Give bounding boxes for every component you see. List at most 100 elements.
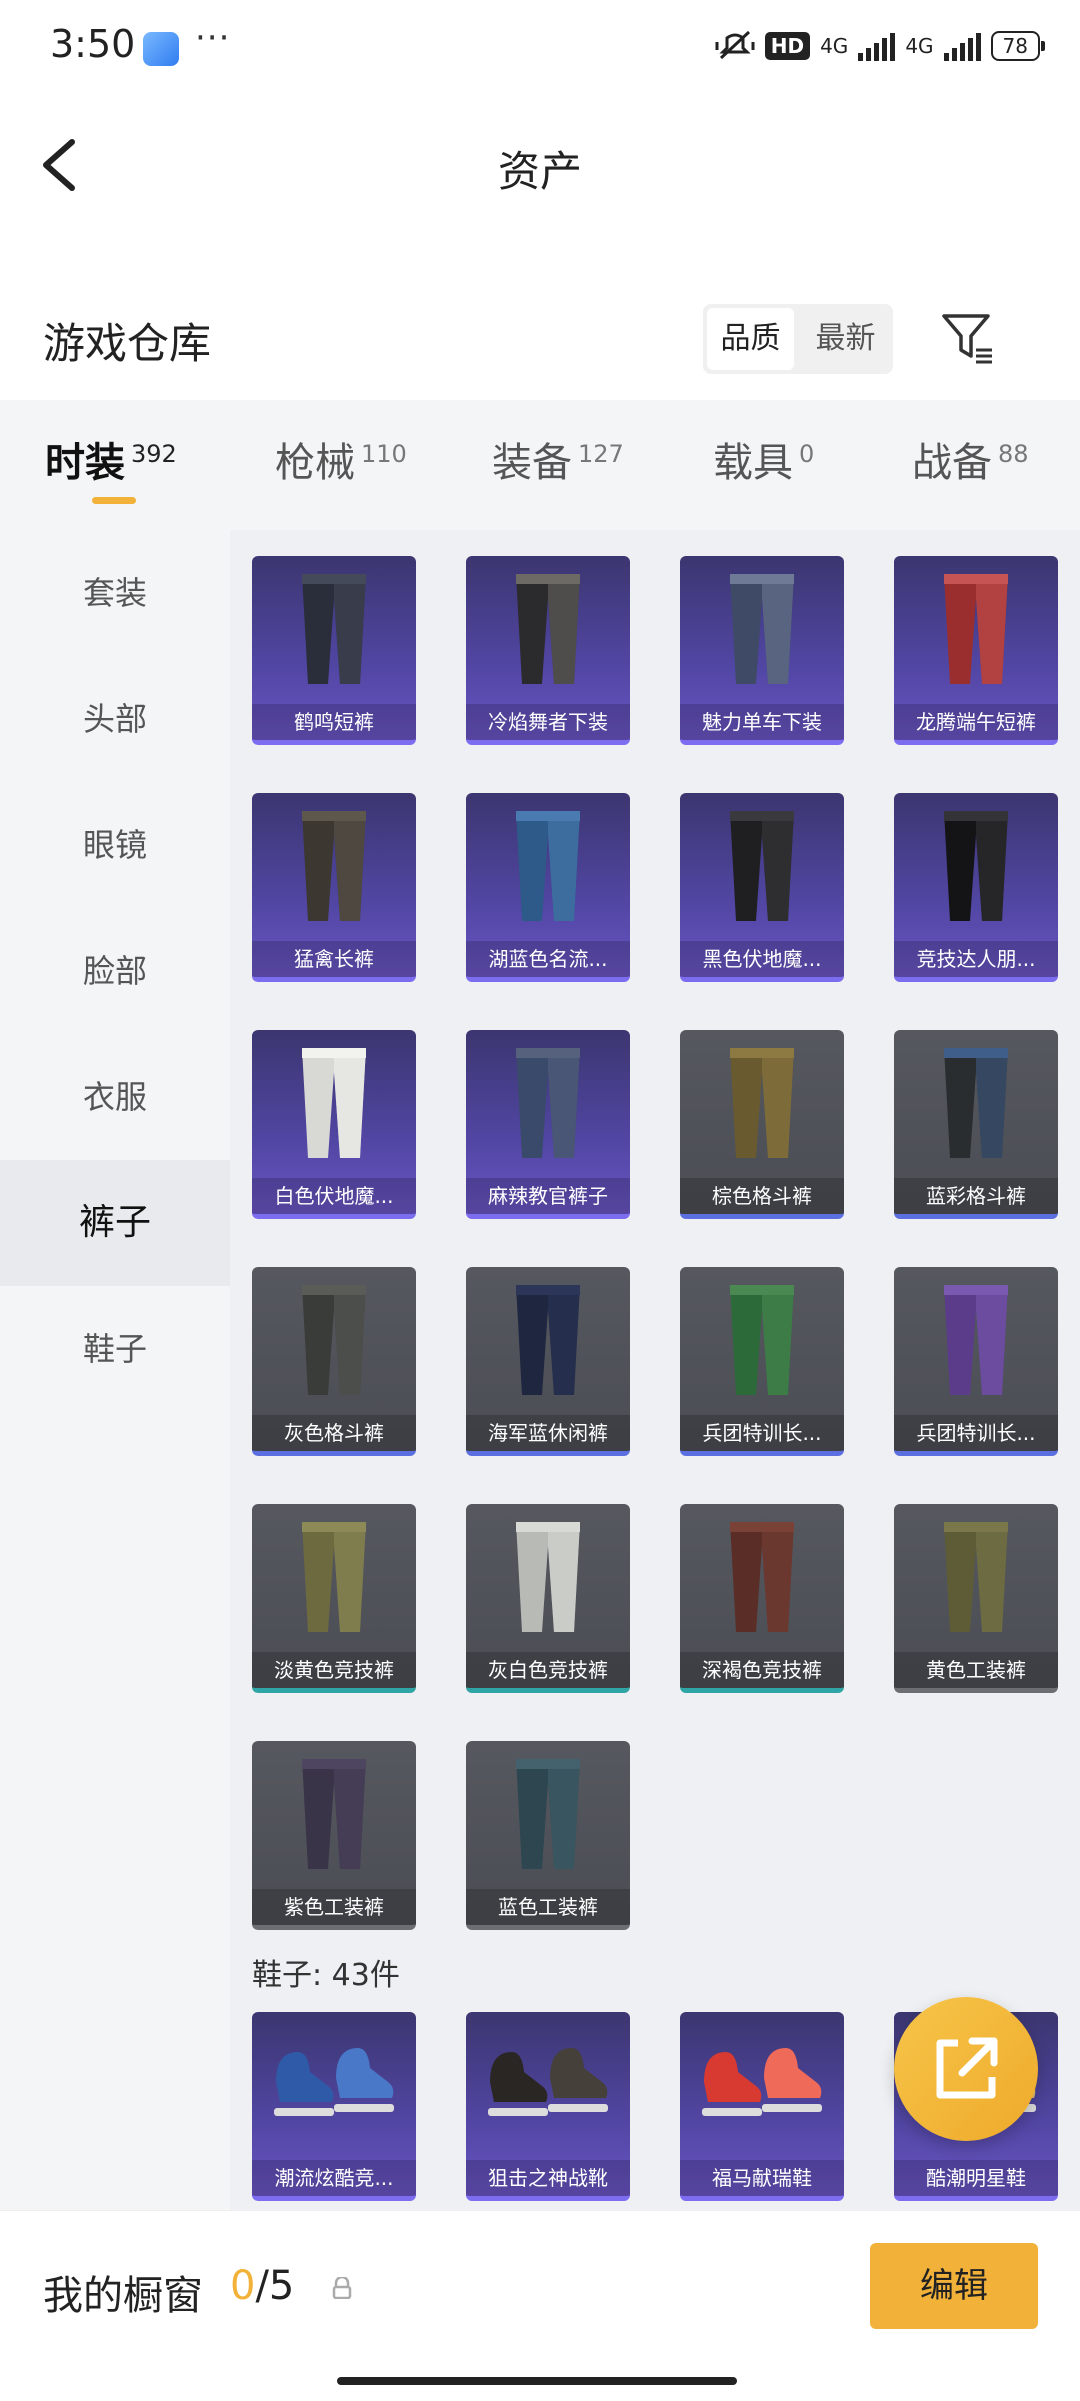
pants-item-card[interactable]: 黑色伏地魔... [680, 793, 844, 982]
more-notifications-icon: ··· [195, 18, 231, 58]
lock-icon [332, 2277, 352, 2299]
shoe-item-card[interactable]: 福马献瑞鞋 [680, 2012, 844, 2201]
weather-app-icon [143, 32, 179, 66]
sidebar-item-head[interactable]: 头部 [0, 656, 230, 782]
sidebar-item-suits[interactable]: 套装 [0, 530, 230, 656]
item-name: 灰白色竞技裤 [466, 1652, 630, 1688]
pants-thumbnail [894, 1504, 1058, 1652]
edit-button[interactable]: 编辑 [870, 2243, 1038, 2329]
pants-item-card[interactable]: 鹤鸣短裤 [252, 556, 416, 745]
item-name: 魅力单车下装 [680, 704, 844, 740]
pants-item-card[interactable]: 魅力单车下装 [680, 556, 844, 745]
mute-vibrate-icon [715, 30, 755, 60]
shoe-thumbnail [680, 2012, 844, 2160]
showcase-label: 我的橱窗 [43, 2273, 203, 2319]
home-indicator [337, 2377, 737, 2385]
item-name: 蓝彩格斗裤 [894, 1178, 1058, 1214]
warehouse-title: 游戏仓库 [43, 319, 212, 368]
item-name: 狙击之神战靴 [466, 2160, 630, 2196]
tab-fashion[interactable]: 时装 392 [45, 430, 177, 488]
item-name: 龙腾端午短裤 [894, 704, 1058, 740]
item-name: 猛禽长裤 [252, 941, 416, 977]
pants-thumbnail [466, 1504, 630, 1652]
pants-item-card[interactable]: 龙腾端午短裤 [894, 556, 1058, 745]
sidebar-item-glasses[interactable]: 眼镜 [0, 782, 230, 908]
page-title: 资产 [497, 147, 582, 196]
pants-thumbnail [252, 1267, 416, 1415]
pants-thumbnail [252, 556, 416, 704]
pants-item-card[interactable]: 灰白色竞技裤 [466, 1504, 630, 1693]
pants-thumbnail [680, 793, 844, 941]
app-header: 资产 [0, 100, 1080, 230]
network-type-2: 4G [905, 34, 934, 58]
pants-item-card[interactable]: 蓝彩格斗裤 [894, 1030, 1058, 1219]
item-name: 酷潮明星鞋 [894, 2160, 1058, 2196]
pants-thumbnail [466, 793, 630, 941]
pants-thumbnail [466, 556, 630, 704]
item-name: 鹤鸣短裤 [252, 704, 416, 740]
shoe-thumbnail [252, 2012, 416, 2160]
pants-item-card[interactable]: 淡黄色竞技裤 [252, 1504, 416, 1693]
signal-2-icon [943, 31, 981, 61]
pants-item-card[interactable]: 兵团特训长... [680, 1267, 844, 1456]
network-type-1: 4G [820, 34, 849, 58]
pants-thumbnail [894, 793, 1058, 941]
shoe-item-card[interactable]: 狙击之神战靴 [466, 2012, 630, 2201]
pants-thumbnail [252, 793, 416, 941]
sidebar-item-face[interactable]: 脸部 [0, 908, 230, 1034]
pants-thumbnail [466, 1267, 630, 1415]
pants-thumbnail [680, 556, 844, 704]
item-name: 潮流炫酷竞... [252, 2160, 416, 2196]
item-name: 紫色工装裤 [252, 1889, 416, 1925]
item-name: 海军蓝休闲裤 [466, 1415, 630, 1451]
pants-item-card[interactable]: 海军蓝休闲裤 [466, 1267, 630, 1456]
pants-item-card[interactable]: 湖蓝色名流... [466, 793, 630, 982]
share-button[interactable] [894, 1997, 1038, 2141]
filter-icon[interactable] [940, 310, 996, 366]
pants-thumbnail [894, 1267, 1058, 1415]
item-name: 兵团特训长... [680, 1415, 844, 1451]
pants-thumbnail [680, 1504, 844, 1652]
status-indicators: HD 4G 4G 78 [715, 28, 1046, 64]
sidebar-item-shoes[interactable]: 鞋子 [0, 1286, 230, 1412]
category-sidebar: 套装 头部 眼镜 脸部 衣服 裤子 鞋子 [0, 530, 230, 2210]
pants-item-card[interactable]: 白色伏地魔... [252, 1030, 416, 1219]
pants-item-card[interactable]: 竞技达人朋... [894, 793, 1058, 982]
tab-vehicles[interactable]: 载具 0 [713, 430, 814, 488]
pants-thumbnail [680, 1267, 844, 1415]
tab-supplies[interactable]: 战备 88 [912, 430, 1029, 488]
sidebar-item-pants[interactable]: 裤子 [0, 1160, 230, 1286]
pants-thumbnail [252, 1030, 416, 1178]
pants-item-card[interactable]: 紫色工装裤 [252, 1741, 416, 1930]
pants-item-card[interactable]: 冷焰舞者下装 [466, 556, 630, 745]
status-time: 3:50 [50, 22, 136, 66]
sort-toggle: 品质 最新 [703, 304, 893, 374]
tab-weapons[interactable]: 枪械 110 [275, 430, 407, 488]
shoe-item-card[interactable]: 潮流炫酷竞... [252, 2012, 416, 2201]
pants-item-card[interactable]: 棕色格斗裤 [680, 1030, 844, 1219]
pants-item-card[interactable]: 猛禽长裤 [252, 793, 416, 982]
pants-item-card[interactable]: 深褐色竞技裤 [680, 1504, 844, 1693]
item-name: 黑色伏地魔... [680, 941, 844, 977]
sort-newest-button[interactable]: 最新 [802, 308, 889, 370]
pants-item-card[interactable]: 兵团特训长... [894, 1267, 1058, 1456]
pants-item-card[interactable]: 黄色工装裤 [894, 1504, 1058, 1693]
pants-thumbnail [252, 1741, 416, 1889]
active-tab-indicator [92, 497, 136, 504]
external-link-icon [936, 2037, 998, 2099]
item-name: 冷焰舞者下装 [466, 704, 630, 740]
battery-icon: 78 [990, 31, 1046, 61]
sidebar-item-clothes[interactable]: 衣服 [0, 1034, 230, 1160]
item-name: 灰色格斗裤 [252, 1415, 416, 1451]
pants-thumbnail [680, 1030, 844, 1178]
pants-item-card[interactable]: 灰色格斗裤 [252, 1267, 416, 1456]
tab-equipment[interactable]: 装备 127 [492, 430, 624, 488]
item-name: 兵团特训长... [894, 1415, 1058, 1451]
hd-voice-icon: HD [764, 32, 811, 60]
sort-quality-button[interactable]: 品质 [707, 308, 794, 370]
pants-item-card[interactable]: 麻辣教官裤子 [466, 1030, 630, 1219]
pants-item-card[interactable]: 蓝色工装裤 [466, 1741, 630, 1930]
status-bar: 3:50 ··· HD 4G 4G 78 [0, 0, 1080, 100]
pants-thumbnail [894, 556, 1058, 704]
item-name: 深褐色竞技裤 [680, 1652, 844, 1688]
